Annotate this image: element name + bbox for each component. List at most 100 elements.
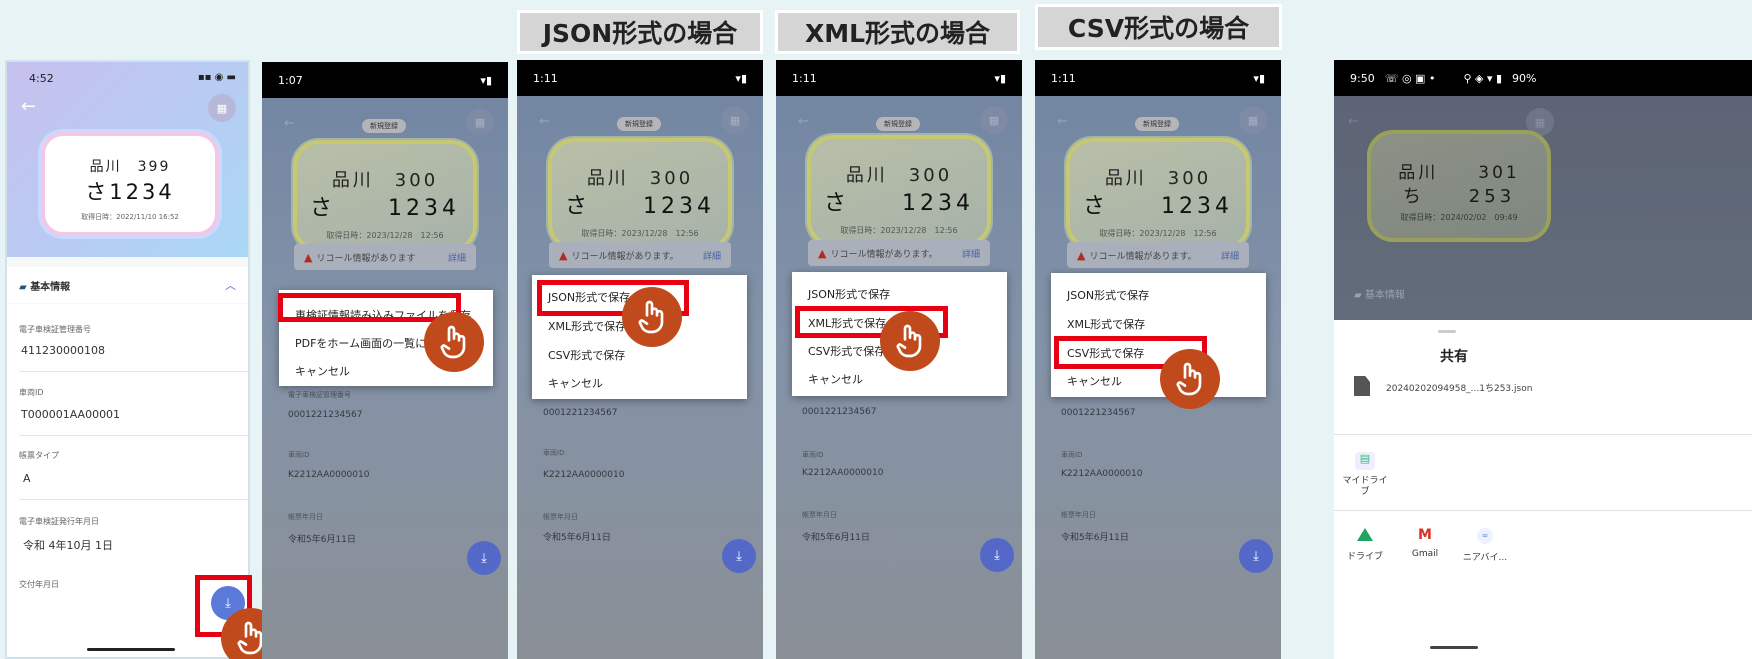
- car-icon: ▰: [19, 281, 27, 293]
- warning-text: ▲ リコール情報があります。: [1077, 249, 1197, 262]
- back-arrow-icon[interactable]: ←: [798, 114, 809, 129]
- plate-line2: さ 1234: [310, 196, 460, 221]
- status-bar: 9:50 ☏ ◎ ▣ • ⚲ ◈ ▾ ▮ 90%: [1334, 60, 1752, 96]
- qr-icon[interactable]: ▦: [980, 106, 1008, 134]
- app-label: ドライブ: [1346, 552, 1383, 562]
- plate-date: 取得日時：2024/02/02 09:49: [1400, 213, 1518, 222]
- status-time: 1:11: [1051, 71, 1076, 85]
- share-app-gmail[interactable]: M Gmail: [1402, 528, 1448, 559]
- format-menu: JSON形式で保存 XML形式で保存 CSV形式で保存 キャンセル: [1051, 273, 1266, 397]
- menu-cancel[interactable]: キャンセル: [548, 375, 603, 391]
- drag-handle[interactable]: [1438, 330, 1456, 333]
- home-indicator: [87, 648, 175, 651]
- field-label: 電子車検証管理番号: [19, 325, 91, 334]
- recall-warning[interactable]: ▲ リコール情報があります。 詳細: [1067, 242, 1249, 268]
- plate-line2: さ 1234: [824, 191, 974, 216]
- qr-icon[interactable]: ▦: [1239, 106, 1267, 134]
- plate-line1: 品川 300: [586, 168, 694, 189]
- status-chip: 新規登録: [362, 119, 406, 133]
- wifi-icon: ▾▮: [994, 71, 1006, 85]
- share-app-mydrive[interactable]: ▤ マイドライブ: [1342, 452, 1388, 498]
- field-label: 車両ID: [543, 449, 565, 457]
- plate-date: 取得日時：2023/12/28 12:56: [1099, 229, 1217, 238]
- car-icon: ▰: [1354, 290, 1362, 301]
- warning-link[interactable]: 詳細: [962, 247, 980, 260]
- field-label: 車両ID: [802, 451, 824, 459]
- field-value: 411230000108: [21, 344, 105, 357]
- download-button[interactable]: ⤓: [980, 538, 1014, 572]
- divider: [1334, 510, 1752, 511]
- plate-line2: さ 1234: [1083, 194, 1233, 219]
- warning-link[interactable]: 詳細: [448, 251, 466, 264]
- field-value: K2212AA0000010: [802, 468, 884, 478]
- field-label: 車両ID: [19, 388, 44, 397]
- field-value: 令和5年6月11日: [1061, 533, 1129, 543]
- back-arrow-icon[interactable]: ←: [539, 114, 550, 129]
- warning-link[interactable]: 詳細: [1221, 249, 1239, 262]
- menu-save-xml[interactable]: XML形式で保存: [548, 318, 626, 334]
- field-value: 0001221234567: [802, 407, 877, 417]
- back-arrow-icon[interactable]: ←: [1348, 114, 1359, 129]
- back-arrow-icon[interactable]: ←: [284, 116, 295, 131]
- qr-icon[interactable]: ▦: [721, 106, 749, 134]
- menu-add-pdf[interactable]: PDFをホーム画面の一覧に追加: [295, 335, 435, 351]
- field-value: 令和 4年10月 1日: [23, 539, 113, 552]
- field-label: 帳票年月日: [1061, 511, 1096, 519]
- menu-save-json[interactable]: JSON形式で保存: [808, 286, 890, 302]
- divider: [19, 371, 248, 372]
- recall-warning[interactable]: ▲ リコール情報があります。 詳細: [808, 240, 990, 266]
- chevron-up-icon[interactable]: ︿: [225, 277, 236, 293]
- nearby-icon: ∞: [1477, 528, 1493, 544]
- field-label: 電子車検証管理番号: [288, 391, 351, 399]
- plate-card: 品川 300 さ 1234 取得日時：2023/12/28 12:56: [548, 138, 732, 250]
- back-arrow-icon[interactable]: ←: [21, 96, 36, 117]
- menu-cancel[interactable]: キャンセル: [1067, 373, 1122, 389]
- field-value: 令和5年6月11日: [802, 533, 870, 543]
- field-value: 0001221234567: [1061, 408, 1136, 418]
- wifi-icon: ▾▮: [735, 71, 747, 85]
- warning-label: リコール情報があります: [316, 253, 416, 264]
- plate-line2: ち 253: [1402, 186, 1516, 207]
- status-time: 1:07: [278, 73, 303, 87]
- warning-icon: ▲: [1077, 248, 1086, 262]
- highlight-box: [278, 293, 461, 322]
- download-button[interactable]: ⤓: [722, 539, 756, 573]
- recall-warning[interactable]: ▲ リコール情報があります 詳細: [294, 244, 476, 270]
- warning-link[interactable]: 詳細: [703, 249, 721, 262]
- file-icon: [1354, 376, 1370, 396]
- status-time: 4:52: [29, 72, 54, 85]
- status-time: 1:11: [792, 71, 817, 85]
- download-button[interactable]: ⤓: [467, 541, 501, 575]
- recall-warning[interactable]: ▲ リコール情報があります。 詳細: [549, 242, 731, 268]
- app-label: Gmail: [1411, 549, 1439, 559]
- menu-save-xml[interactable]: XML形式で保存: [1067, 316, 1145, 332]
- divider: [19, 499, 248, 500]
- signal-icon: ▪▪ ◉ ▬: [197, 72, 236, 83]
- gmail-icon: M: [1418, 527, 1432, 543]
- qr-icon[interactable]: ▦: [208, 94, 236, 122]
- app-label: マイドライブ: [1342, 476, 1388, 497]
- section-header[interactable]: ▰ 基本情報 ︿: [7, 267, 248, 303]
- menu-save-csv[interactable]: CSV形式で保存: [548, 347, 625, 363]
- mydrive-icon: ▤: [1355, 452, 1375, 470]
- status-chip: 新規登録: [1135, 117, 1179, 131]
- menu-save-csv[interactable]: CSV形式で保存: [808, 343, 885, 359]
- system-icons: ⚲ ◈ ▾ ▮: [1463, 71, 1503, 85]
- warning-text: ▲ リコール情報があります: [304, 251, 415, 264]
- back-arrow-icon[interactable]: ←: [1057, 114, 1068, 129]
- menu-cancel[interactable]: キャンセル: [808, 371, 863, 387]
- notification-icons: ☏ ◎ ▣ •: [1384, 71, 1436, 85]
- share-title: 共有: [1440, 349, 1468, 365]
- menu-cancel[interactable]: キャンセル: [295, 363, 350, 379]
- field-value: 0001221234567: [543, 408, 618, 418]
- field-label: 帳票年月日: [543, 513, 578, 521]
- warning-label: リコール情報があります。: [830, 249, 938, 260]
- download-button[interactable]: ⤓: [1239, 539, 1273, 573]
- divider: [1334, 434, 1752, 435]
- menu-save-json[interactable]: JSON形式で保存: [1067, 287, 1149, 303]
- section-bar: ▰ 基本情報: [1334, 278, 1752, 308]
- qr-icon[interactable]: ▦: [466, 108, 494, 136]
- phone-screen-share: 9:50 ☏ ◎ ▣ • ⚲ ◈ ▾ ▮ 90% ← ▦ 品川 301 ち 25…: [1334, 60, 1752, 659]
- share-app-nearby[interactable]: ∞ ニアバイ...: [1460, 528, 1510, 563]
- share-app-drive[interactable]: ドライブ: [1342, 528, 1388, 562]
